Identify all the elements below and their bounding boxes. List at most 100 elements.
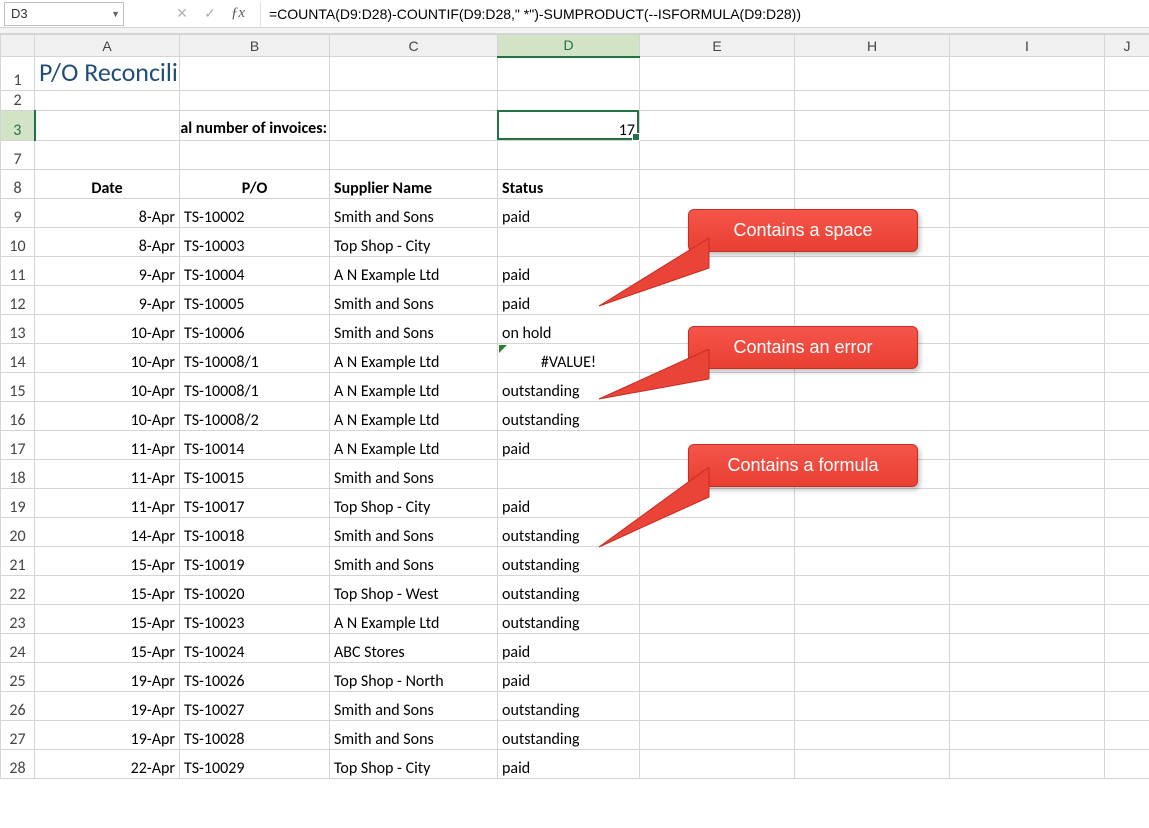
cell[interactable] — [795, 257, 950, 286]
cell[interactable] — [640, 141, 795, 170]
cell[interactable]: outstanding — [498, 692, 640, 721]
cell[interactable] — [795, 402, 950, 431]
cell[interactable]: Smith and Sons — [330, 460, 498, 489]
cell[interactable]: TS-10014 — [180, 431, 330, 460]
cell[interactable] — [1105, 141, 1149, 170]
cell[interactable] — [1105, 489, 1149, 518]
cell[interactable]: 14-Apr — [35, 518, 180, 547]
cell[interactable] — [950, 663, 1105, 692]
cell[interactable] — [1105, 402, 1149, 431]
cell[interactable]: Smith and Sons — [330, 199, 498, 228]
cell[interactable] — [795, 692, 950, 721]
cell[interactable]: Status — [498, 170, 640, 199]
cell[interactable]: Top Shop - City — [330, 228, 498, 257]
cell[interactable] — [950, 170, 1105, 199]
cell[interactable] — [795, 576, 950, 605]
cell[interactable]: A N Example Ltd — [330, 373, 498, 402]
row-header[interactable]: 14 — [1, 344, 35, 373]
row-header[interactable]: 15 — [1, 373, 35, 402]
cell[interactable] — [795, 605, 950, 634]
cell[interactable] — [950, 91, 1105, 111]
row-header[interactable]: 13 — [1, 315, 35, 344]
fx-icon[interactable]: ƒx — [224, 2, 252, 26]
cell[interactable] — [950, 286, 1105, 315]
cell[interactable] — [1105, 460, 1149, 489]
cell[interactable]: Top Shop - City — [330, 750, 498, 779]
row-header[interactable]: 12 — [1, 286, 35, 315]
column-header[interactable]: C — [330, 35, 498, 57]
cell[interactable] — [1105, 315, 1149, 344]
cell[interactable] — [950, 57, 1105, 91]
row-header[interactable]: 3 — [1, 111, 35, 141]
cell[interactable]: A N Example Ltd — [330, 402, 498, 431]
row-header[interactable]: 25 — [1, 663, 35, 692]
row-header[interactable]: 11 — [1, 257, 35, 286]
cell[interactable] — [640, 750, 795, 779]
cell[interactable]: 8-Apr — [35, 199, 180, 228]
cell[interactable]: on hold — [498, 315, 640, 344]
cell[interactable]: paid — [498, 199, 640, 228]
cell[interactable] — [640, 721, 795, 750]
cell[interactable] — [950, 460, 1105, 489]
cell[interactable]: paid — [498, 750, 640, 779]
cell[interactable]: Smith and Sons — [330, 692, 498, 721]
row-header[interactable]: 17 — [1, 431, 35, 460]
cell[interactable] — [1105, 57, 1149, 91]
cell[interactable]: Smith and Sons — [330, 286, 498, 315]
cell[interactable] — [950, 228, 1105, 257]
cell[interactable]: Total number of invoices: — [180, 111, 330, 141]
cell[interactable] — [1105, 721, 1149, 750]
cell[interactable] — [795, 634, 950, 663]
cell[interactable] — [35, 141, 180, 170]
cell[interactable]: 11-Apr — [35, 431, 180, 460]
cell[interactable] — [950, 489, 1105, 518]
cell[interactable] — [950, 750, 1105, 779]
cell[interactable]: P/O — [180, 170, 330, 199]
cell[interactable]: ABC Stores — [330, 634, 498, 663]
cell[interactable]: 15-Apr — [35, 547, 180, 576]
cell[interactable] — [35, 91, 180, 111]
cell[interactable] — [640, 57, 795, 91]
cell[interactable] — [795, 373, 950, 402]
column-header[interactable]: B — [180, 35, 330, 57]
cell[interactable] — [795, 286, 950, 315]
cell[interactable] — [950, 199, 1105, 228]
cell[interactable] — [330, 111, 498, 141]
cell[interactable]: P/O Reconciliation — [35, 57, 180, 91]
cell[interactable]: 9-Apr — [35, 286, 180, 315]
cell[interactable]: outstanding — [498, 576, 640, 605]
cell[interactable] — [1105, 170, 1149, 199]
cell[interactable]: TS-10028 — [180, 721, 330, 750]
cell[interactable]: Smith and Sons — [330, 518, 498, 547]
row-header[interactable]: 21 — [1, 547, 35, 576]
cell[interactable]: outstanding — [498, 721, 640, 750]
cell[interactable]: Smith and Sons — [330, 315, 498, 344]
cell[interactable] — [1105, 228, 1149, 257]
cell[interactable] — [795, 663, 950, 692]
cell[interactable]: TS-10003 — [180, 228, 330, 257]
cell[interactable] — [950, 721, 1105, 750]
cell[interactable] — [1105, 286, 1149, 315]
cell[interactable] — [795, 518, 950, 547]
cell[interactable]: 10-Apr — [35, 373, 180, 402]
cell[interactable] — [1105, 576, 1149, 605]
cell[interactable] — [640, 692, 795, 721]
cell[interactable] — [1105, 634, 1149, 663]
cell[interactable] — [950, 111, 1105, 141]
cell[interactable] — [950, 605, 1105, 634]
cell[interactable] — [330, 91, 498, 111]
cell[interactable]: 11-Apr — [35, 460, 180, 489]
cell[interactable] — [950, 692, 1105, 721]
cell[interactable] — [795, 57, 950, 91]
cell[interactable] — [330, 141, 498, 170]
worksheet[interactable]: ABCDEHIJ 1P/O Reconciliation23Total numb… — [0, 34, 1149, 779]
cell[interactable] — [950, 402, 1105, 431]
cell[interactable] — [950, 257, 1105, 286]
formula-input[interactable]: =COUNTA(D9:D28)-COUNTIF(D9:D28," *")-SUM… — [260, 2, 1149, 26]
cell[interactable]: TS-10023 — [180, 605, 330, 634]
cell[interactable] — [795, 547, 950, 576]
cell[interactable] — [1105, 431, 1149, 460]
cell[interactable]: TS-10029 — [180, 750, 330, 779]
cell[interactable]: TS-10005 — [180, 286, 330, 315]
cell[interactable]: TS-10027 — [180, 692, 330, 721]
